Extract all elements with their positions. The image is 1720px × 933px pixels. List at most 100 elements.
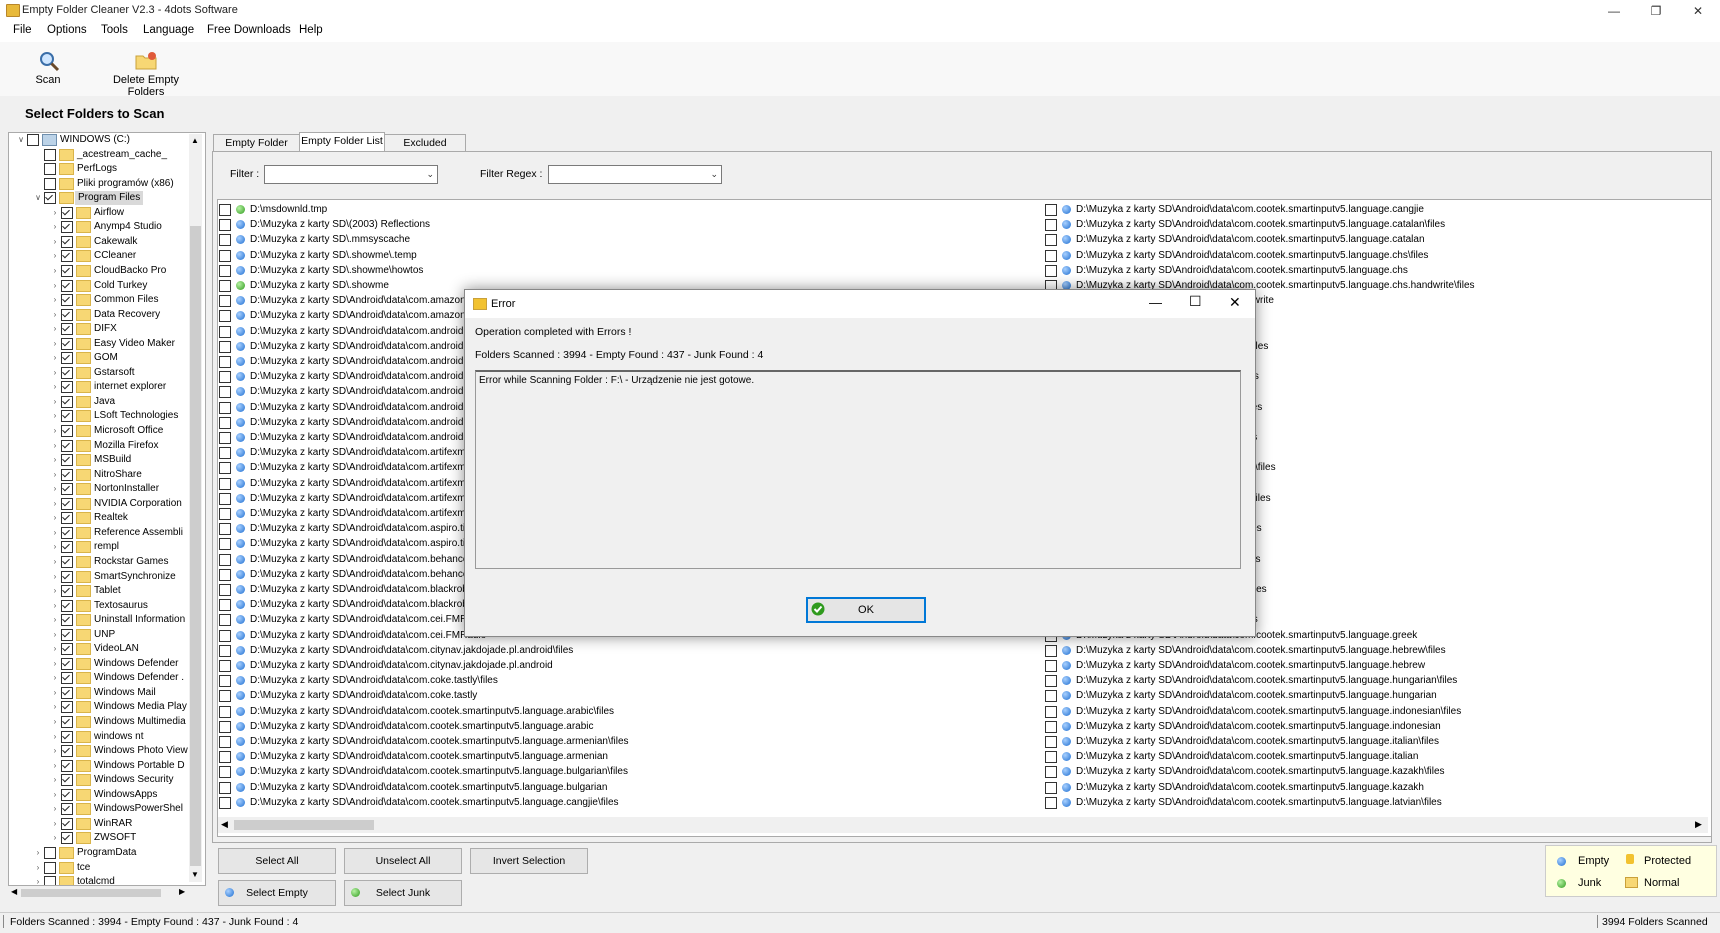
expand-closed-icon[interactable]: › bbox=[51, 817, 59, 831]
list-item[interactable]: D:\Muzyka z karty SD\Android\data\com.co… bbox=[219, 764, 819, 779]
tree-checkbox[interactable] bbox=[61, 468, 73, 481]
tab-empty-folder-list[interactable]: Empty Folder List bbox=[299, 132, 385, 152]
tree-checkbox[interactable] bbox=[61, 439, 73, 452]
ok-button[interactable]: OK bbox=[806, 597, 926, 623]
list-checkbox[interactable] bbox=[219, 432, 231, 444]
expand-closed-icon[interactable]: › bbox=[51, 235, 59, 249]
expand-closed-icon[interactable]: › bbox=[51, 322, 59, 336]
expand-closed-icon[interactable]: › bbox=[51, 584, 59, 598]
list-item[interactable]: D:\Muzyka z karty SD\Android\data\com.co… bbox=[1045, 202, 1645, 217]
tree-checkbox[interactable] bbox=[61, 803, 73, 816]
list-checkbox[interactable] bbox=[219, 477, 231, 490]
tree-checkbox[interactable] bbox=[61, 614, 73, 627]
tree-checkbox[interactable] bbox=[61, 221, 73, 234]
tree-item[interactable]: _acestream_cache_ bbox=[9, 148, 189, 162]
select-junk-button[interactable]: Select Junk bbox=[344, 880, 462, 906]
expand-closed-icon[interactable]: › bbox=[51, 220, 59, 234]
tree-checkbox[interactable] bbox=[61, 716, 73, 728]
tree-item[interactable]: › Data Recovery bbox=[9, 308, 189, 322]
select-all-button[interactable]: Select All bbox=[218, 848, 336, 874]
list-item[interactable]: D:\Muzyka z karty SD\Android\data\com.co… bbox=[219, 704, 819, 719]
list-checkbox[interactable] bbox=[219, 720, 231, 733]
tree-checkbox[interactable] bbox=[61, 570, 73, 583]
tree-item[interactable]: › windows nt bbox=[9, 730, 189, 744]
list-checkbox[interactable] bbox=[219, 447, 231, 460]
scan-button[interactable]: Scan bbox=[28, 48, 68, 92]
menu-file[interactable]: File bbox=[13, 24, 32, 36]
list-item[interactable]: D:\Muzyka z karty SD\Android\data\com.co… bbox=[1045, 263, 1645, 278]
error-details-box[interactable]: Error while Scanning Folder : F:\ - Urzą… bbox=[475, 370, 1241, 569]
list-item[interactable]: D:\Muzyka z karty SD\Android\data\com.co… bbox=[219, 673, 819, 688]
tree-checkbox[interactable] bbox=[61, 512, 73, 525]
menu-options[interactable]: Options bbox=[47, 24, 87, 36]
list-item[interactable]: D:\Muzyka z karty SD\Android\data\com.co… bbox=[1045, 795, 1645, 810]
expand-open-icon[interactable]: ∨ bbox=[17, 133, 25, 147]
list-checkbox[interactable] bbox=[219, 371, 231, 384]
expand-closed-icon[interactable]: › bbox=[51, 380, 59, 394]
list-horizontal-scrollbar[interactable]: ◀ ▶ bbox=[218, 817, 1708, 833]
expand-closed-icon[interactable]: › bbox=[51, 409, 59, 423]
tree-checkbox[interactable] bbox=[61, 759, 73, 772]
tree-checkbox[interactable] bbox=[61, 497, 73, 510]
tree-item[interactable]: › Rockstar Games bbox=[9, 555, 189, 569]
tree-checkbox[interactable] bbox=[61, 206, 73, 219]
tab-excluded-folders[interactable]: Excluded Folders bbox=[384, 134, 466, 166]
tree-checkbox[interactable] bbox=[61, 555, 73, 568]
list-checkbox[interactable] bbox=[1045, 204, 1057, 216]
tree-item[interactable]: › NortonInstaller bbox=[9, 482, 189, 496]
tree-checkbox[interactable] bbox=[61, 526, 73, 539]
expand-closed-icon[interactable]: › bbox=[51, 366, 59, 380]
list-checkbox[interactable] bbox=[219, 538, 231, 551]
expand-closed-icon[interactable]: › bbox=[51, 773, 59, 787]
tree-checkbox[interactable] bbox=[61, 774, 73, 787]
menu-help[interactable]: Help bbox=[299, 24, 323, 36]
list-item[interactable]: D:\Muzyka z karty SD\.showme\howtos bbox=[219, 263, 819, 278]
list-checkbox[interactable] bbox=[219, 325, 231, 338]
expand-closed-icon[interactable]: › bbox=[51, 555, 59, 569]
invert-selection-button[interactable]: Invert Selection bbox=[470, 848, 588, 874]
expand-closed-icon[interactable]: › bbox=[51, 831, 59, 845]
list-checkbox[interactable] bbox=[1045, 644, 1057, 657]
expand-closed-icon[interactable]: › bbox=[34, 875, 42, 885]
list-item[interactable]: D:\Muzyka z karty SD\Android\data\com.co… bbox=[219, 734, 819, 749]
list-checkbox[interactable] bbox=[1045, 234, 1057, 247]
tree-item[interactable]: › ZWSOFT bbox=[9, 831, 189, 845]
list-checkbox[interactable] bbox=[219, 584, 231, 596]
list-checkbox[interactable] bbox=[219, 690, 231, 703]
tree-checkbox[interactable] bbox=[61, 366, 73, 379]
list-item[interactable]: D:\Muzyka z karty SD\Android\data\com.co… bbox=[219, 780, 819, 795]
scroll-left-icon[interactable]: ◀ bbox=[221, 819, 228, 830]
tree-checkbox[interactable] bbox=[61, 381, 73, 394]
list-item[interactable]: D:\Muzyka z karty SD\Android\data\com.co… bbox=[1045, 643, 1645, 658]
list-item[interactable]: D:\Muzyka z karty SD\Android\data\com.co… bbox=[1045, 704, 1645, 719]
list-item[interactable]: D:\Muzyka z karty SD\Android\data\com.co… bbox=[1045, 749, 1645, 764]
dialog-minimize-button[interactable]: — bbox=[1149, 295, 1162, 310]
list-item[interactable]: D:\Muzyka z karty SD\Android\data\com.co… bbox=[219, 719, 819, 734]
tree-checkbox[interactable] bbox=[61, 701, 73, 714]
expand-closed-icon[interactable]: › bbox=[51, 293, 59, 307]
tree-item[interactable]: › NitroShare bbox=[9, 468, 189, 482]
tree-hscroll-thumb[interactable] bbox=[21, 889, 161, 897]
list-checkbox[interactable] bbox=[219, 629, 231, 642]
list-checkbox[interactable] bbox=[219, 416, 231, 429]
tree-checkbox[interactable] bbox=[61, 454, 73, 467]
expand-closed-icon[interactable]: › bbox=[51, 671, 59, 685]
list-checkbox[interactable] bbox=[1045, 219, 1057, 232]
list-checkbox[interactable] bbox=[219, 796, 231, 809]
list-checkbox[interactable] bbox=[219, 553, 231, 566]
expand-closed-icon[interactable]: › bbox=[51, 744, 59, 758]
expand-closed-icon[interactable]: › bbox=[51, 599, 59, 613]
list-checkbox[interactable] bbox=[219, 751, 231, 764]
list-checkbox[interactable] bbox=[219, 523, 231, 536]
tree-checkbox[interactable] bbox=[44, 876, 56, 885]
tree-item[interactable]: › Windows Security bbox=[9, 773, 189, 787]
list-checkbox[interactable] bbox=[219, 219, 231, 232]
tree-item[interactable]: › Cold Turkey bbox=[9, 279, 189, 293]
tree-checkbox[interactable] bbox=[61, 599, 73, 612]
filter-regex-combo[interactable]: ⌄ bbox=[548, 165, 722, 184]
tree-item[interactable]: › UNP bbox=[9, 628, 189, 642]
tree-item[interactable]: › VideoLAN bbox=[9, 642, 189, 656]
tree-checkbox[interactable] bbox=[61, 323, 73, 336]
list-checkbox[interactable] bbox=[1045, 751, 1057, 764]
tree-item[interactable]: › CCleaner bbox=[9, 249, 189, 263]
